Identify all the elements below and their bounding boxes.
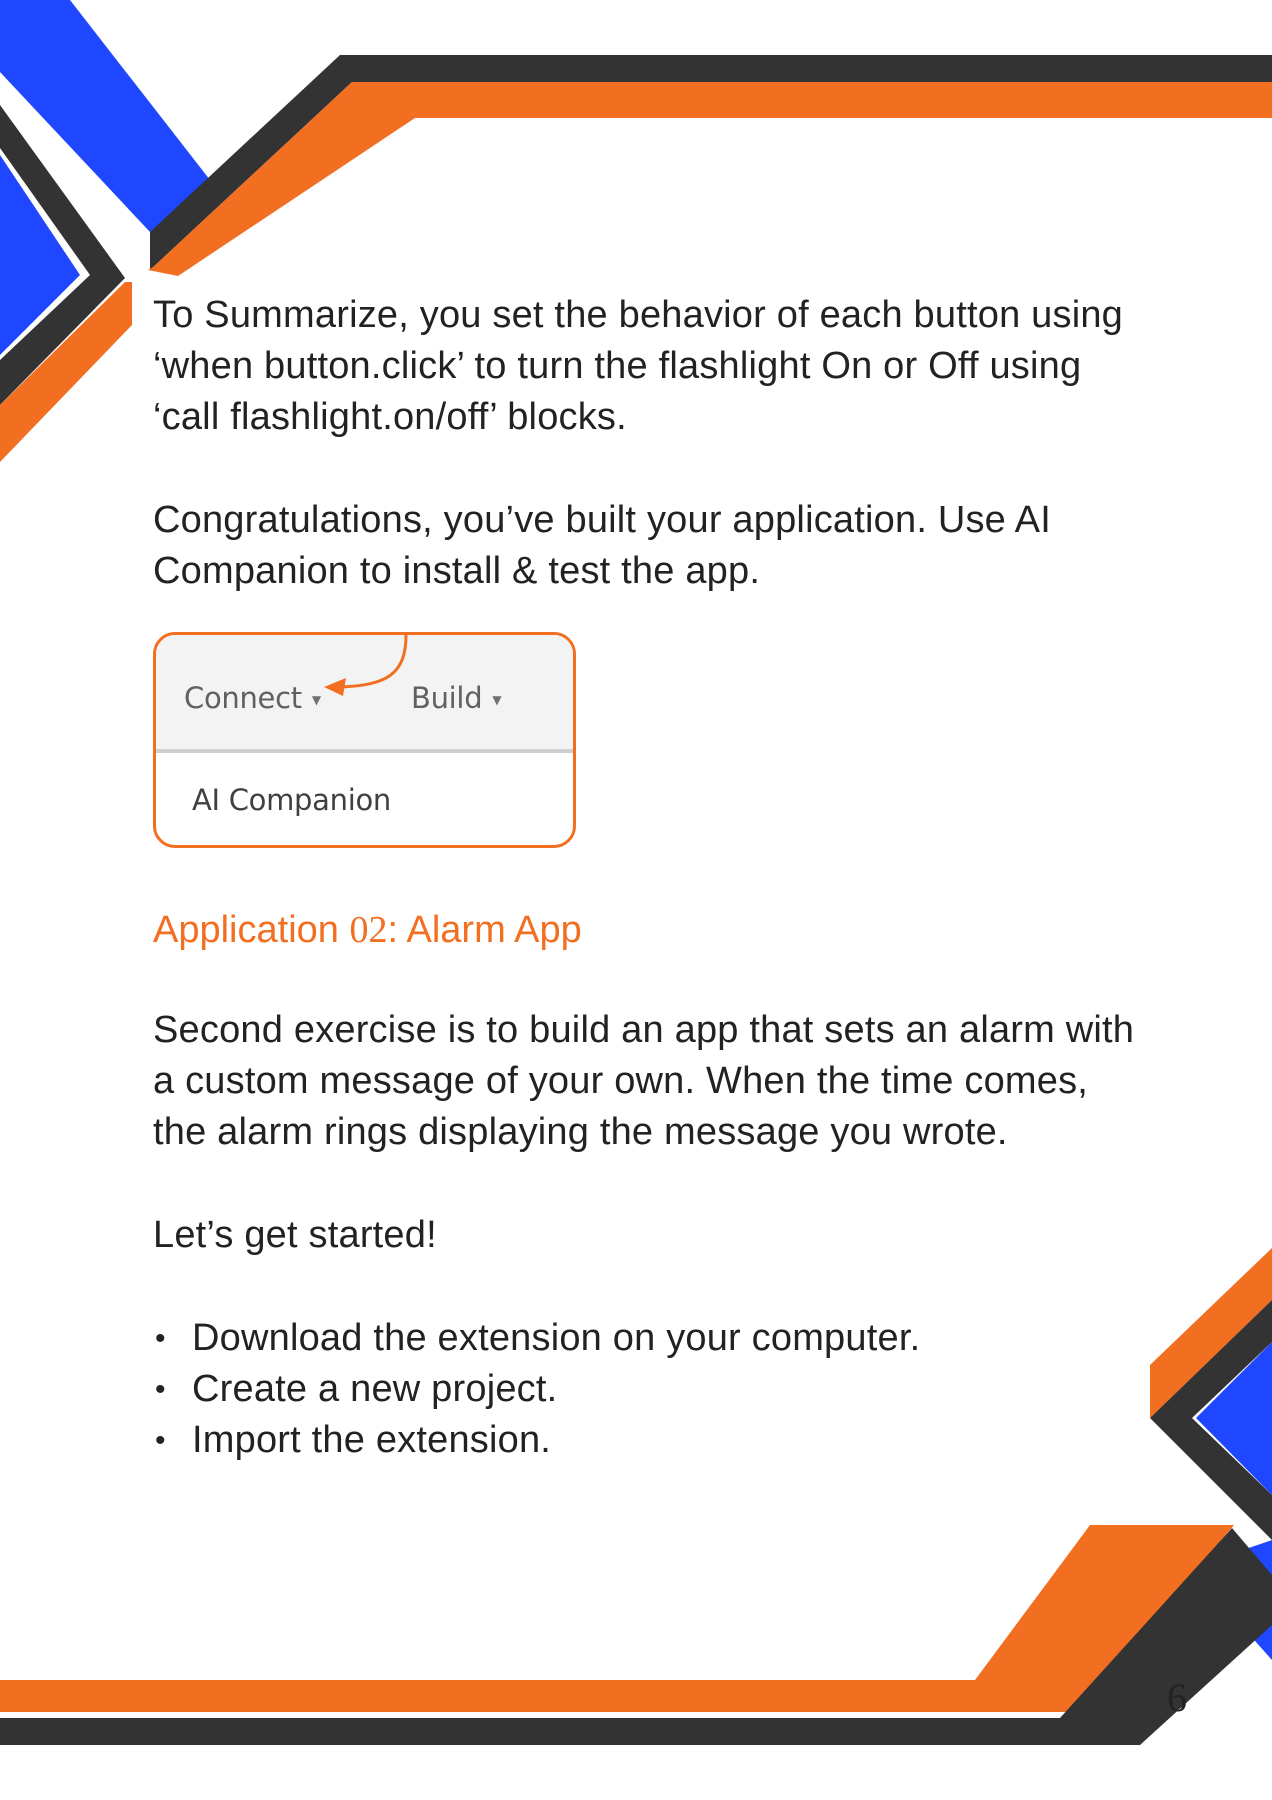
- step-text: Download the extension on your computer.: [192, 1317, 921, 1359]
- heading-prefix: Application: [153, 909, 350, 951]
- bullet-icon: •: [155, 1322, 166, 1355]
- get-started-text: Let’s get started!: [153, 1214, 437, 1256]
- top-left-orange-band: [150, 82, 1272, 270]
- page-number: 6: [1167, 1675, 1187, 1720]
- decorative-border: [0, 0, 1272, 1745]
- intro-line: a custom message of your own. When the t…: [153, 1060, 1089, 1102]
- step-text: Import the extension.: [192, 1419, 552, 1461]
- list-item: • Download the extension on your computer…: [153, 1313, 1213, 1364]
- intro-text-block: To Summarize, you set the behavior of ea…: [153, 290, 1193, 597]
- steps-list: • Download the extension on your computer…: [153, 1313, 1213, 1466]
- intro-line: Second exercise is to build an app that …: [153, 1009, 1135, 1051]
- top-left-charcoal-band: [150, 55, 1272, 270]
- bullet-icon: •: [155, 1424, 166, 1457]
- bottom-blue-band: [1190, 1540, 1272, 1660]
- left-orange-band: [0, 282, 132, 462]
- top-left-blue-band: [0, 0, 210, 232]
- bullet-icon: •: [155, 1373, 166, 1406]
- bottom-orange-band: [0, 1525, 1234, 1712]
- summary-line: To Summarize, you set the behavior of ea…: [153, 294, 1123, 336]
- step-text: Create a new project.: [192, 1368, 558, 1410]
- left-charcoal-band: [0, 105, 125, 405]
- intro-line: the alarm rings displaying the message y…: [153, 1111, 1008, 1153]
- connect-menu-screenshot: Connect ▼ Build ▼ AI Companion: [153, 632, 576, 848]
- left-blue-band: [0, 155, 80, 355]
- pointer-arrow-icon: [324, 635, 408, 696]
- heading-number: 02: [349, 909, 388, 951]
- summary-line: ‘when button.click’ to turn the flashlig…: [153, 345, 1082, 387]
- exercise-text-block: Second exercise is to build an app that …: [153, 1005, 1213, 1466]
- list-item: • Create a new project.: [153, 1364, 1213, 1415]
- congrats-line: Congratulations, you’ve built your appli…: [153, 499, 1051, 541]
- summary-paragraph: To Summarize, you set the behavior of ea…: [153, 290, 1193, 443]
- section-heading: Application 02: Alarm App: [153, 905, 582, 955]
- congrats-paragraph: Congratulations, you’ve built your appli…: [153, 495, 1193, 597]
- summary-line: ‘call flashlight.on/off’ blocks.: [153, 396, 627, 438]
- top-left-orange-diag: [148, 115, 1272, 276]
- intro-paragraph: Second exercise is to build an app that …: [153, 1005, 1213, 1158]
- bottom-charcoal-band: [0, 1528, 1272, 1745]
- heading-suffix: : Alarm App: [387, 909, 582, 951]
- list-item: • Import the extension.: [153, 1415, 1213, 1466]
- congrats-line: Companion to install & test the app.: [153, 550, 761, 592]
